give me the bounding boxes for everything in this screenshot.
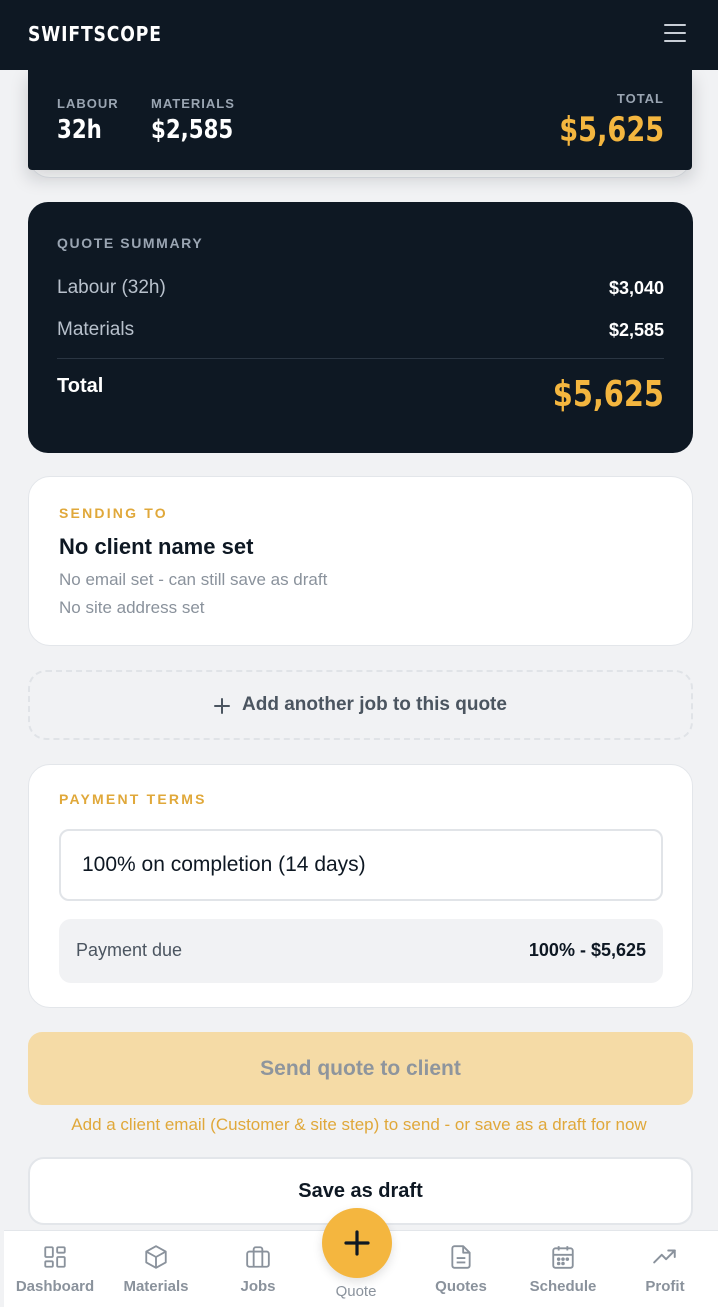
summary-labour-value: $3,040 — [608, 278, 664, 298]
summary-divider — [57, 358, 664, 359]
sending-to-title: SENDING TO — [59, 505, 168, 521]
sending-to-card[interactable]: SENDING TO No client name set No email s… — [28, 476, 693, 646]
quote-summary-card: QUOTE SUMMARY Labour (32h) $3,040 Materi… — [28, 202, 693, 453]
document-icon — [451, 1245, 471, 1269]
nav-dashboard-label: Dashboard — [15, 1278, 95, 1295]
summary-labour-label: Labour (32h) — [57, 277, 166, 298]
summary-materials-value: $2,585 — [608, 320, 664, 340]
materials-value: $2,585 — [151, 115, 234, 145]
nav-materials-label: Materials — [123, 1278, 189, 1295]
payment-terms-select[interactable]: 100% on completion (14 days) — [59, 829, 663, 901]
app-header: SWIFTSCOPE — [0, 0, 718, 70]
nav-dashboard[interactable]: Dashboard — [5, 1231, 105, 1307]
payment-terms-title: PAYMENT TERMS — [59, 791, 207, 807]
payment-terms-value: 100% on completion (14 days) — [82, 853, 366, 876]
total-label: TOTAL — [616, 91, 664, 106]
quote-summary-title: QUOTE SUMMARY — [57, 235, 204, 251]
nav-quote-label: Quote — [335, 1283, 377, 1300]
total-value: $5,625 — [559, 110, 664, 150]
client-address: No site address set — [59, 598, 205, 617]
nav-quotes[interactable]: Quotes — [411, 1231, 511, 1307]
payment-due-label: Payment due — [76, 940, 183, 960]
labour-value: 32h — [57, 115, 102, 145]
client-name: No client name set — [59, 534, 254, 559]
nav-quotes-label: Quotes — [435, 1278, 487, 1295]
nav-schedule[interactable]: Schedule — [513, 1231, 613, 1307]
calendar-icon — [552, 1246, 574, 1269]
quote-stats-bar: LABOUR 32h MATERIALS $2,585 TOTAL $5,625 — [28, 70, 692, 170]
box-icon — [145, 1245, 167, 1269]
payment-terms-card: PAYMENT TERMS 100% on completion (14 day… — [28, 764, 693, 1008]
plus-icon — [344, 1230, 370, 1256]
briefcase-icon — [246, 1246, 270, 1268]
add-job-button[interactable]: Add another job to this quote — [28, 670, 693, 740]
send-quote-button[interactable]: Send quote to client — [28, 1032, 693, 1105]
payment-due-row: Payment due 100% - $5,625 — [59, 919, 663, 983]
hamburger-menu-icon[interactable] — [664, 24, 686, 42]
brand-logo[interactable]: SWIFTSCOPE — [28, 22, 162, 46]
materials-label: MATERIALS — [151, 96, 235, 111]
client-email: No email set - can still save as draft — [59, 570, 328, 589]
plus-icon — [214, 692, 231, 718]
trending-up-icon — [653, 1249, 676, 1264]
summary-total-label: Total — [57, 375, 104, 397]
new-quote-fab[interactable] — [322, 1208, 392, 1278]
nav-schedule-label: Schedule — [529, 1278, 597, 1295]
summary-total-value: $5,625 — [552, 374, 664, 415]
nav-materials[interactable]: Materials — [106, 1231, 206, 1307]
summary-materials-label: Materials — [57, 319, 135, 340]
add-job-label: Add another job to this quote — [242, 694, 507, 715]
nav-profit[interactable]: Profit — [615, 1231, 715, 1307]
nav-jobs-label: Jobs — [240, 1278, 276, 1295]
payment-due-value: 100% - $5,625 — [528, 940, 646, 960]
labour-label: LABOUR — [57, 96, 119, 111]
nav-jobs[interactable]: Jobs — [208, 1231, 308, 1307]
send-hint-text: Add a client email (Customer & site step… — [71, 1115, 647, 1134]
nav-profit-label: Profit — [645, 1278, 685, 1295]
dashboard-icon — [44, 1246, 66, 1268]
